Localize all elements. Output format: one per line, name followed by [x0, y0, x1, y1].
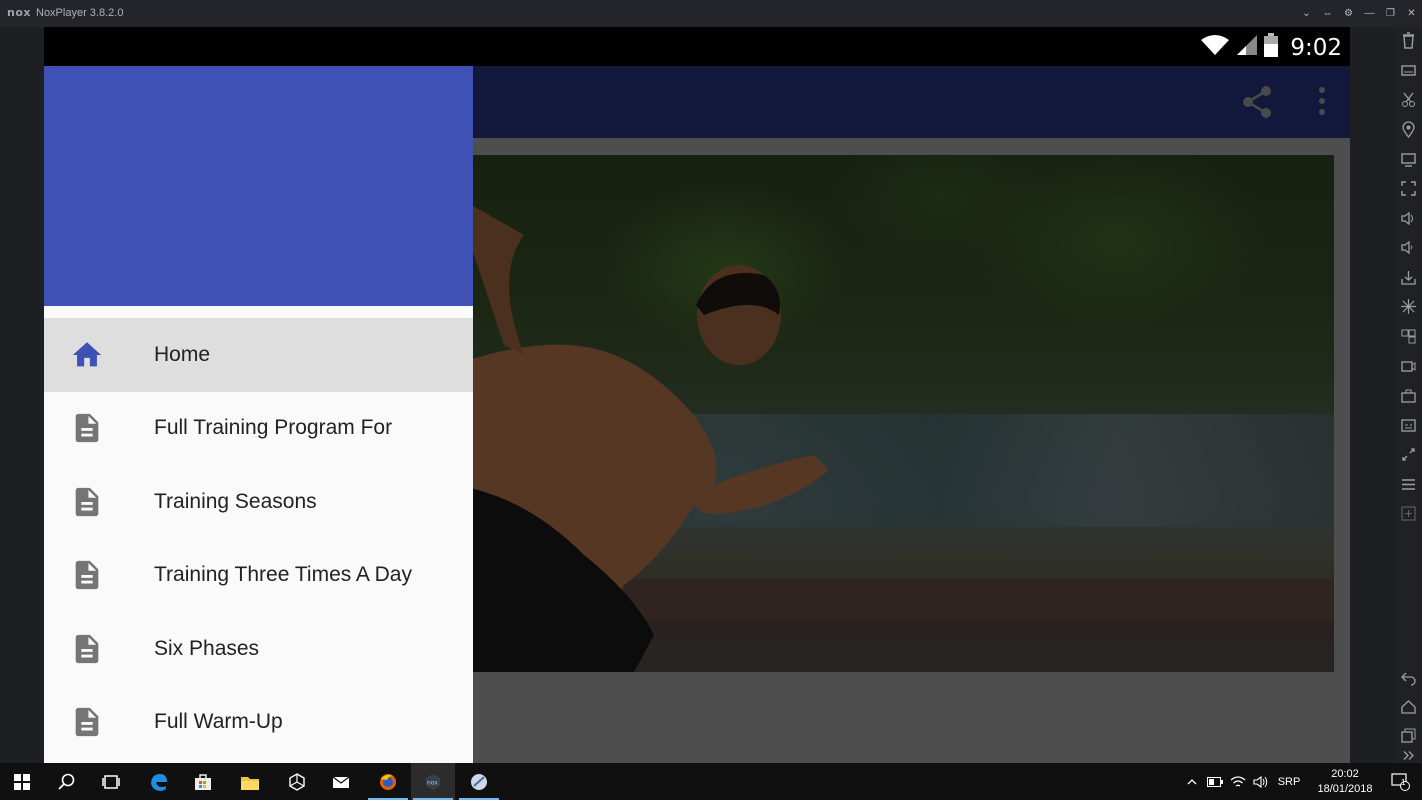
add-icon[interactable] — [1400, 505, 1417, 522]
emulator-title-bar: nox NoxPlayer 3.8.2.0 ⌄ ⇔ ⚙ — ❐ ✕ — [0, 0, 1422, 27]
record-icon[interactable] — [1400, 358, 1417, 375]
windows-taskbar: nox SRP 20:02 18/01/2018 1 — [0, 763, 1422, 800]
document-icon — [70, 485, 104, 519]
drawer-item-label: Home — [154, 342, 211, 366]
trash-icon[interactable] — [1400, 32, 1417, 49]
drawer-item-six-phases[interactable]: Six Phases — [44, 612, 473, 686]
notification-count: 1 — [1401, 778, 1406, 787]
window-controls: ⌄ ⇔ ⚙ — ❐ ✕ — [1296, 0, 1422, 27]
wifi-icon — [1200, 33, 1230, 62]
chevron-up-icon[interactable] — [1182, 763, 1202, 800]
mail-icon[interactable] — [319, 763, 363, 800]
unity-icon[interactable] — [275, 763, 319, 800]
shake-icon[interactable] — [1400, 298, 1417, 315]
volume-up-icon[interactable] — [1400, 210, 1417, 227]
android-status-bar: 9:02 — [44, 27, 1350, 66]
drawer-item-label: Training Three Times A Day — [154, 563, 412, 587]
maximize-icon[interactable]: ❐ — [1380, 0, 1401, 27]
recents-icon[interactable] — [1400, 727, 1417, 744]
minimize-icon[interactable]: — — [1359, 0, 1380, 27]
clock-time: 20:02 — [1331, 767, 1359, 780]
drawer-item-training-three-times[interactable]: Training Three Times A Day — [44, 539, 473, 613]
navigation-drawer: Home Full Training Program For Training … — [44, 66, 473, 763]
drawer-item-label: Six Phases — [154, 636, 260, 660]
system-tray: SRP 20:02 18/01/2018 1 — [1172, 763, 1422, 800]
location-icon[interactable] — [1400, 121, 1417, 139]
toolbox-icon[interactable] — [1400, 387, 1417, 404]
scissors-icon[interactable] — [1400, 91, 1417, 108]
macro-icon[interactable] — [1400, 417, 1417, 434]
drawer-item-training-seasons[interactable]: Training Seasons — [44, 465, 473, 539]
drawer-menu: Home Full Training Program For Training … — [44, 318, 473, 759]
screen-icon[interactable] — [1400, 151, 1417, 168]
keyboard-icon[interactable] — [1400, 62, 1417, 79]
sync-icon[interactable] — [1400, 446, 1417, 463]
task-view-icon[interactable] — [89, 763, 133, 800]
chevron-down-icon[interactable]: ⌄ — [1296, 0, 1317, 27]
nox-icon[interactable]: nox — [411, 763, 455, 800]
emulator-sidebar — [1395, 27, 1422, 763]
window-title: NoxPlayer 3.8.2.0 — [36, 7, 124, 19]
search-icon[interactable] — [45, 763, 89, 800]
document-icon — [70, 705, 104, 739]
document-icon — [70, 632, 104, 666]
drawer-item-label: Full Warm-Up — [154, 710, 283, 734]
clock[interactable]: 20:02 18/01/2018 — [1309, 763, 1381, 800]
windows-start-icon[interactable] — [0, 763, 44, 800]
home-icon — [70, 338, 104, 372]
store-icon[interactable] — [181, 763, 225, 800]
firefox-icon[interactable] — [366, 763, 410, 800]
nox-logo: nox — [7, 6, 31, 19]
volume-icon[interactable] — [1250, 763, 1272, 800]
clock-date: 18/01/2018 — [1317, 782, 1373, 795]
drawer-item-full-training-program[interactable]: Full Training Program For — [44, 392, 473, 466]
gear-icon[interactable]: ⚙ — [1338, 0, 1359, 27]
expand-icon[interactable] — [1400, 747, 1417, 761]
edge-icon[interactable] — [137, 763, 181, 800]
signal-icon — [1236, 34, 1258, 61]
language-indicator[interactable]: SRP — [1274, 763, 1304, 800]
fullscreen-icon[interactable] — [1400, 180, 1417, 197]
file-explorer-icon[interactable] — [228, 763, 272, 800]
battery-tray-icon[interactable] — [1204, 763, 1226, 800]
document-icon — [70, 558, 104, 592]
svg-text:nox: nox — [427, 779, 438, 786]
back-icon[interactable] — [1400, 669, 1417, 686]
drawer-item-full-warm-up[interactable]: Full Warm-Up — [44, 686, 473, 760]
close-icon[interactable]: ✕ — [1401, 0, 1422, 27]
drawer-item-label: Full Training Program For — [154, 416, 393, 440]
volume-down-icon[interactable] — [1400, 239, 1417, 256]
drawer-item-home[interactable]: Home — [44, 318, 473, 392]
network-icon[interactable] — [1227, 763, 1249, 800]
install-apk-icon[interactable] — [1400, 269, 1417, 286]
app-icon[interactable] — [457, 763, 501, 800]
android-screen: 9:02 Home Full Training Program For Trai… — [44, 27, 1350, 763]
multi-instance-icon[interactable] — [1400, 328, 1417, 345]
document-icon — [70, 411, 104, 445]
home-icon[interactable] — [1400, 698, 1417, 715]
menu-icon[interactable] — [1400, 476, 1417, 493]
battery-icon — [1264, 33, 1279, 62]
status-time: 9:02 — [1290, 34, 1342, 61]
restore-icon[interactable]: ⇔ — [1317, 0, 1338, 27]
drawer-header — [44, 66, 473, 306]
drawer-item-label: Training Seasons — [154, 489, 317, 513]
notifications-icon[interactable]: 1 — [1386, 763, 1416, 800]
